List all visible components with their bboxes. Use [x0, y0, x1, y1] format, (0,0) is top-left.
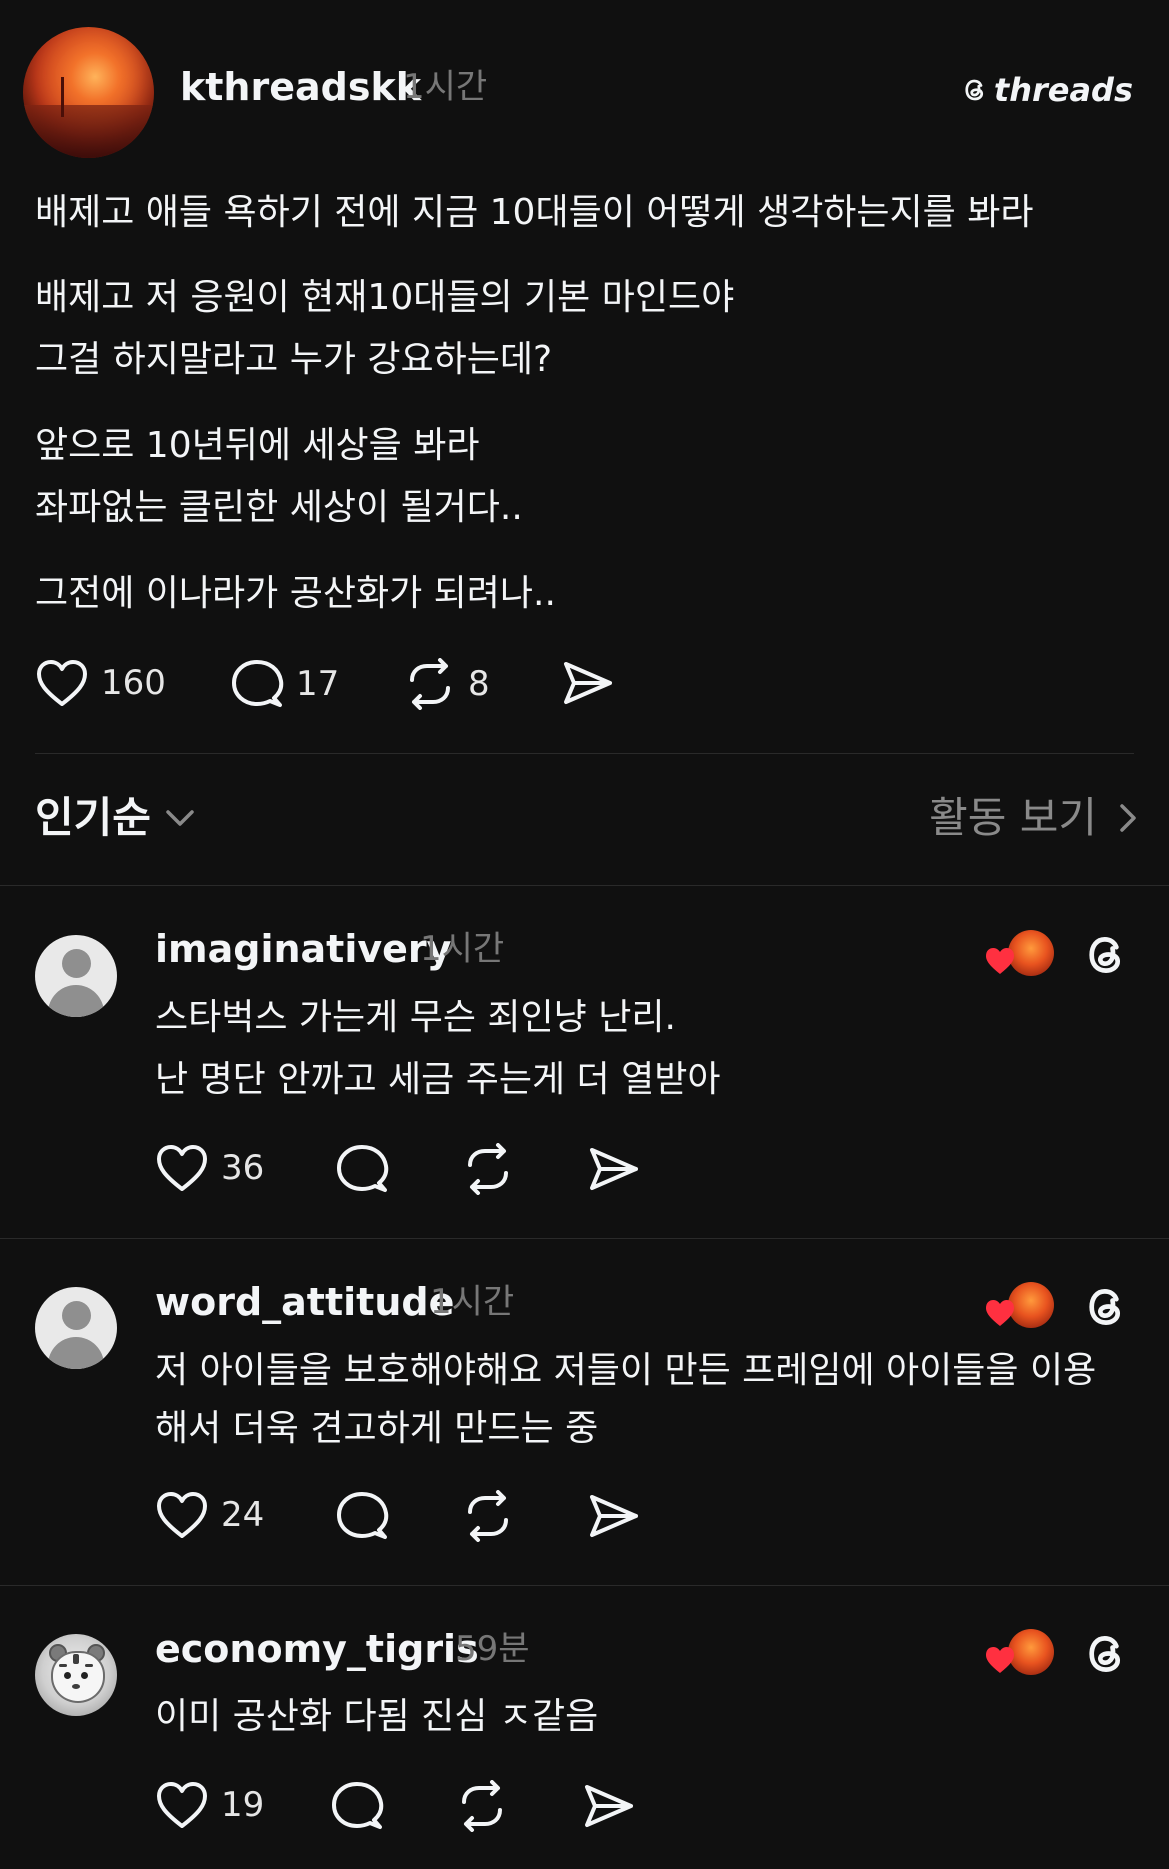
threads-logo-icon	[965, 79, 983, 101]
heart-icon	[37, 660, 87, 706]
speech-bubble-icon[interactable]	[335, 1143, 389, 1195]
comment-divider	[0, 1585, 1169, 1586]
comment-timestamp: 1시간	[420, 929, 505, 969]
comment-text-line-1: 저 아이들을 보호해야해요 저들이 만든 프레임에 아이들을 이용	[155, 1350, 1097, 1391]
author-liked-badge	[984, 1627, 1054, 1679]
repost-arrows-icon[interactable]	[462, 1490, 514, 1542]
comment-username[interactable]: word_attitude	[155, 1277, 454, 1327]
repost-arrows-icon[interactable]	[456, 1780, 508, 1832]
heart-icon	[157, 1782, 207, 1828]
author-liked-badge	[984, 928, 1054, 980]
comment-like-count: 19	[221, 1785, 265, 1825]
paper-plane-icon[interactable]	[588, 1491, 640, 1541]
comment-text-line-1: 이미 공산화 다됨 진심 ㅈ같음	[155, 1696, 599, 1737]
speech-bubble-icon[interactable]	[335, 1490, 389, 1542]
speech-bubble-icon	[232, 660, 284, 707]
threads-brand-link[interactable]: threads	[960, 70, 1133, 110]
post-paragraph-3-line-1: 앞으로 10년뒤에 세상을 봐라	[35, 425, 480, 466]
comment-like-button[interactable]: 24	[155, 1490, 264, 1540]
comment-like-button[interactable]: 36	[155, 1143, 264, 1193]
post-timestamp: 1시간	[403, 67, 488, 107]
heart-icon	[986, 1300, 1014, 1326]
comment-like-count: 24	[221, 1495, 265, 1535]
heart-icon	[986, 948, 1014, 974]
heart-icon	[986, 1647, 1014, 1673]
paper-plane-icon[interactable]	[583, 1781, 635, 1831]
heart-icon	[157, 1145, 207, 1191]
comment-avatar[interactable]	[35, 935, 117, 1017]
post-divider	[35, 753, 1134, 754]
post-paragraph-1: 배제고 애들 욕하기 전에 지금 10대들이 어떻게 생각하는지를 봐라	[35, 192, 1034, 233]
comment-avatar[interactable]	[35, 1287, 117, 1369]
comment-username[interactable]: economy_tigris	[155, 1624, 479, 1674]
comment-timestamp: 1시간	[430, 1282, 515, 1322]
comment-divider	[0, 1238, 1169, 1239]
sort-dropdown[interactable]: 인기순	[35, 790, 195, 846]
threads-logo-icon[interactable]	[1080, 1281, 1132, 1333]
chevron-right-icon	[1120, 804, 1136, 832]
repost-count: 8	[468, 664, 490, 704]
reply-count: 17	[296, 664, 340, 704]
post-paragraph-2-line-1: 배제고 저 응원이 현재10대들의 기본 마인드야	[35, 277, 735, 318]
like-button[interactable]: 160	[35, 658, 166, 708]
share-button[interactable]	[562, 658, 614, 708]
post-paragraph-3-line-2: 좌파없는 클린한 세상이 될거다..	[35, 487, 523, 528]
post-paragraph-4: 그전에 이나라가 공산화가 되려나..	[35, 573, 556, 614]
comment-text-line-1: 스타벅스 가는게 무슨 죄인냥 난리.	[155, 997, 676, 1038]
comment-text-line-2: 해서 더욱 견고하게 만드는 중	[155, 1408, 599, 1449]
repost-arrows-icon[interactable]	[462, 1143, 514, 1195]
sort-label: 인기순	[35, 793, 151, 842]
author-liked-badge	[984, 1280, 1054, 1332]
comment-like-button[interactable]: 19	[155, 1780, 264, 1830]
view-activity-label: 활동 보기	[929, 793, 1097, 842]
reply-button[interactable]: 17	[230, 658, 339, 710]
author-avatar[interactable]	[23, 27, 154, 158]
like-count: 160	[101, 663, 166, 703]
brand-wordmark: threads	[993, 71, 1133, 109]
view-activity-link[interactable]: 활동 보기	[929, 790, 1137, 846]
comment-username[interactable]: imaginativery	[155, 924, 451, 974]
chevron-down-icon	[166, 810, 194, 826]
repost-arrows-icon	[410, 658, 450, 710]
threads-logo-icon[interactable]	[1080, 1628, 1132, 1680]
author-username[interactable]: kthreadskk	[180, 62, 421, 112]
comment-timestamp: 59분	[455, 1629, 530, 1669]
comment-like-count: 36	[221, 1148, 265, 1188]
comment-text-line-2: 난 명단 안까고 세금 주는게 더 열받아	[155, 1059, 721, 1100]
heart-icon	[157, 1492, 207, 1538]
paper-plane-icon	[564, 662, 612, 704]
comment-avatar[interactable]	[35, 1634, 117, 1716]
speech-bubble-icon[interactable]	[330, 1780, 384, 1832]
paper-plane-icon[interactable]	[588, 1144, 640, 1194]
comments-divider-top	[0, 885, 1169, 886]
repost-button[interactable]: 8	[404, 658, 490, 710]
threads-logo-icon[interactable]	[1080, 929, 1132, 981]
post-paragraph-2-line-2: 그걸 하지말라고 누가 강요하는데?	[35, 339, 553, 380]
